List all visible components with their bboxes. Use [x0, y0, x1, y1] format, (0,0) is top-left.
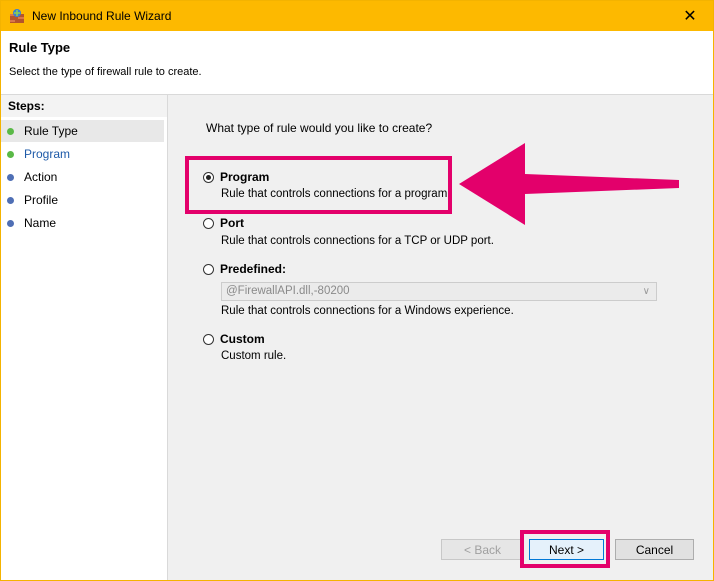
sidebar-item-profile[interactable]: Profile: [1, 189, 164, 211]
sidebar-item-label: Profile: [24, 193, 59, 207]
back-button[interactable]: < Back: [441, 539, 524, 560]
program-radio-option[interactable]: Program: [203, 170, 269, 184]
custom-radio-option[interactable]: Custom: [203, 332, 265, 346]
sidebar-item-program[interactable]: Program: [1, 143, 164, 165]
predefined-description: Rule that controls connections for a Win…: [221, 305, 514, 317]
close-button[interactable]: ✕: [667, 1, 713, 31]
chevron-down-icon: ∨: [642, 286, 650, 297]
custom-radio-label[interactable]: Custom: [220, 332, 265, 346]
window-title: New Inbound Rule Wizard: [32, 9, 172, 23]
custom-radio[interactable]: [203, 333, 214, 345]
rule-type-panel: What type of rule would you like to crea…: [168, 95, 713, 580]
sidebar-item-label: Action: [24, 170, 58, 184]
steps-heading: Steps:: [1, 95, 167, 117]
wizard-header: Rule Type Select the type of firewall ru…: [1, 31, 713, 95]
cancel-button[interactable]: Cancel: [615, 539, 694, 560]
custom-description: Custom rule.: [221, 350, 287, 362]
step-complete-icon: [7, 151, 14, 158]
predefined-radio-option[interactable]: Predefined:: [203, 262, 286, 276]
program-radio[interactable]: [203, 171, 214, 183]
step-pending-icon: [7, 197, 14, 204]
next-button[interactable]: Next >: [529, 539, 604, 560]
port-radio[interactable]: [203, 217, 214, 229]
sidebar-item-label: Program: [24, 147, 71, 161]
step-complete-icon: [7, 128, 14, 135]
port-description: Rule that controls connections for a TCP…: [221, 235, 494, 247]
predefined-select: @FirewallAPI.dll,-80200 ∨: [221, 282, 657, 301]
page-subtitle: Select the type of firewall rule to crea…: [9, 66, 202, 78]
port-radio-option[interactable]: Port: [203, 216, 244, 230]
step-pending-icon: [7, 220, 14, 227]
steps-sidebar: Steps: Rule Type Program Action Profile …: [1, 95, 168, 580]
program-description: Rule that controls connections for a pro…: [221, 188, 451, 200]
predefined-select-value: @FirewallAPI.dll,-80200: [226, 285, 350, 297]
predefined-radio[interactable]: [203, 263, 214, 275]
sidebar-item-label: Name: [24, 216, 57, 230]
wizard-window: New Inbound Rule Wizard ✕ Rule Type Sele…: [0, 0, 714, 581]
predefined-radio-label[interactable]: Predefined:: [220, 262, 286, 276]
program-radio-label[interactable]: Program: [220, 170, 269, 184]
rule-type-question: What type of rule would you like to crea…: [206, 121, 433, 135]
step-pending-icon: [7, 174, 14, 181]
sidebar-item-action[interactable]: Action: [1, 166, 164, 188]
title-bar[interactable]: New Inbound Rule Wizard ✕: [1, 1, 713, 31]
port-radio-label[interactable]: Port: [220, 216, 244, 230]
close-icon: ✕: [683, 8, 697, 25]
page-title: Rule Type: [9, 40, 71, 55]
sidebar-item-label: Rule Type: [24, 124, 78, 138]
firewall-brick-icon: [10, 9, 24, 23]
sidebar-item-rule-type[interactable]: Rule Type: [1, 120, 164, 142]
sidebar-item-name[interactable]: Name: [1, 212, 164, 234]
